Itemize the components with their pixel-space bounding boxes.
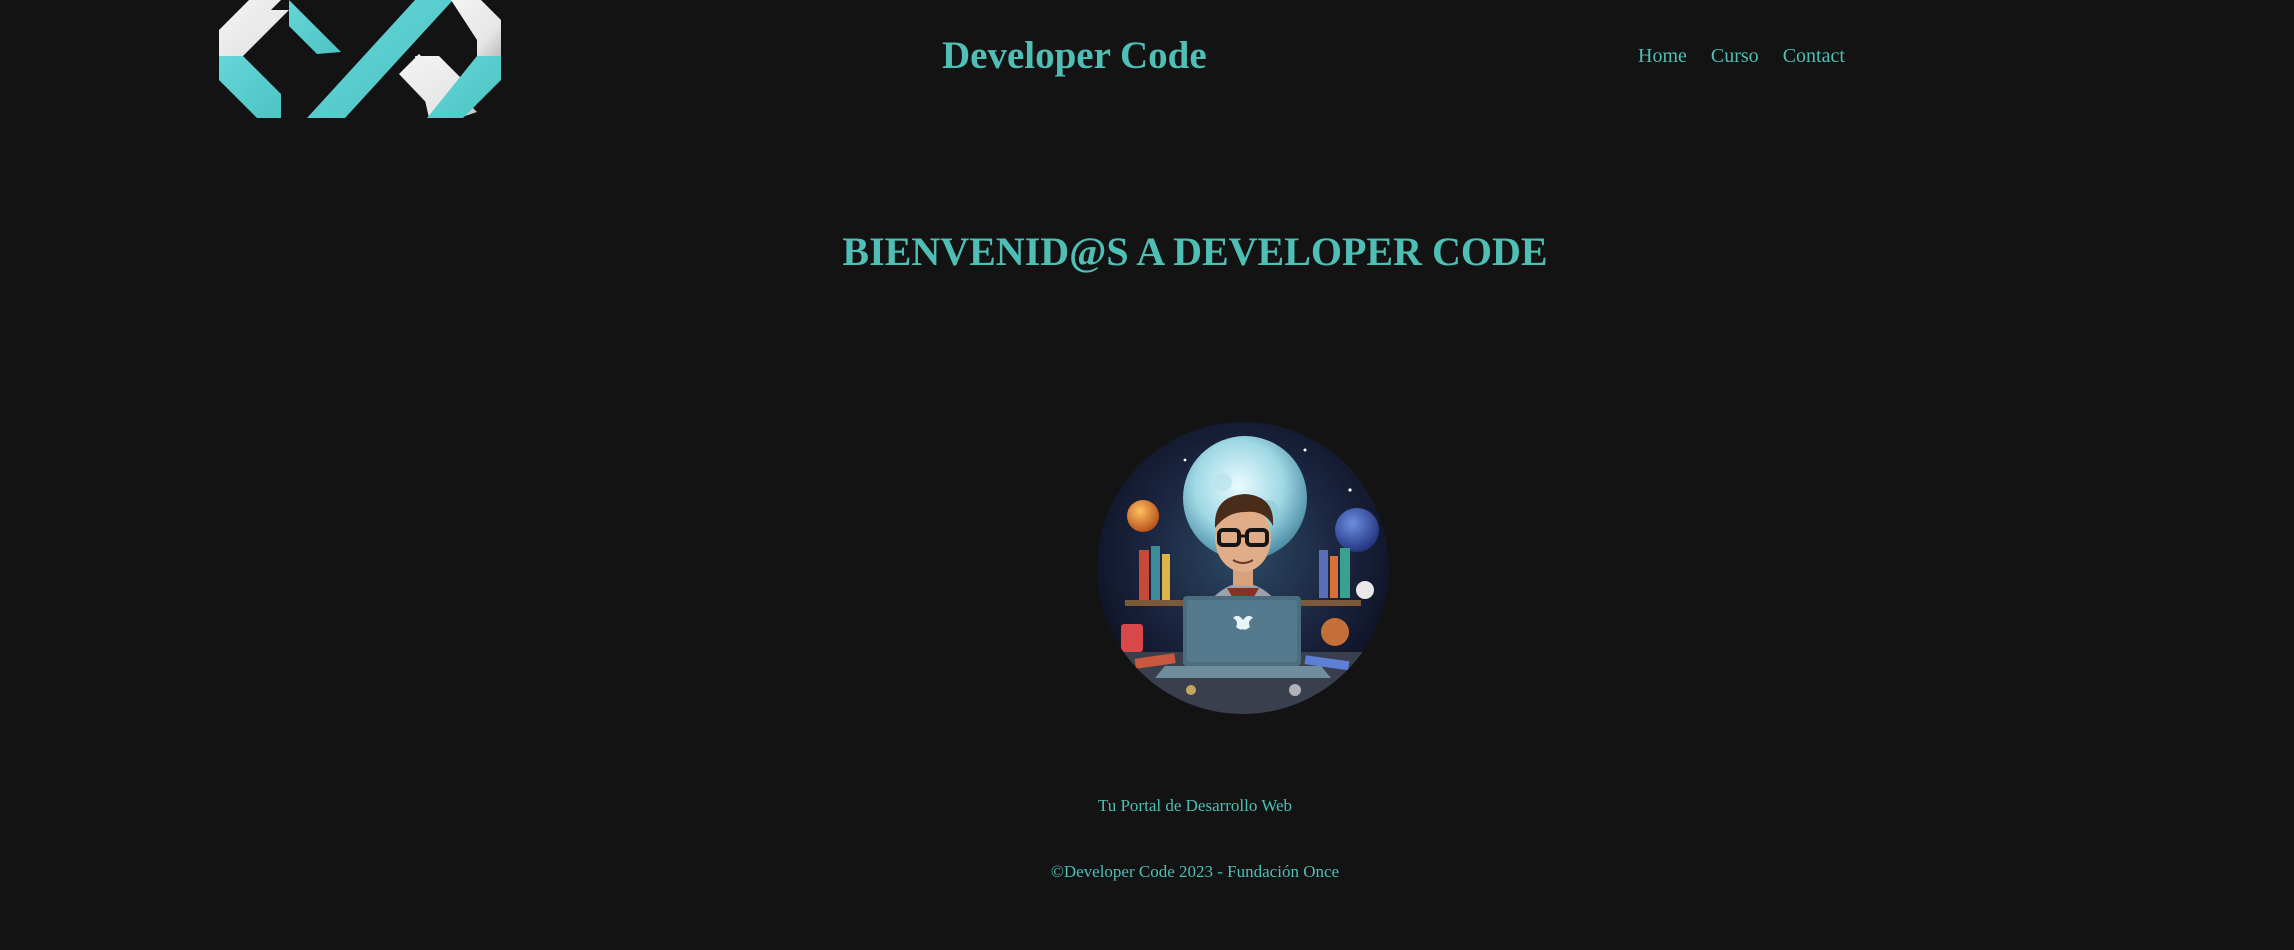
nav-item-home[interactable]: Home (1638, 42, 1687, 70)
nav-item-curso[interactable]: Curso (1711, 42, 1759, 70)
developer-illustration-icon (1095, 420, 1391, 716)
main-nav: Home Curso Contact (1638, 42, 1845, 70)
developer-code-logo-icon[interactable] (219, 0, 501, 118)
nav-item-contact[interactable]: Contact (1783, 42, 1845, 70)
footer-text: ©Developer Code 2023 - Fundación Once (1050, 862, 1340, 881)
site-footer: ©Developer Code 2023 - Fundación Once (0, 860, 2294, 884)
welcome-heading: BIENVENID@S A DEVELOPER CODE (842, 229, 1548, 274)
tagline: Tu Portal de Desarrollo Web (1097, 796, 1293, 815)
site-title: Developer Code (942, 34, 1207, 77)
